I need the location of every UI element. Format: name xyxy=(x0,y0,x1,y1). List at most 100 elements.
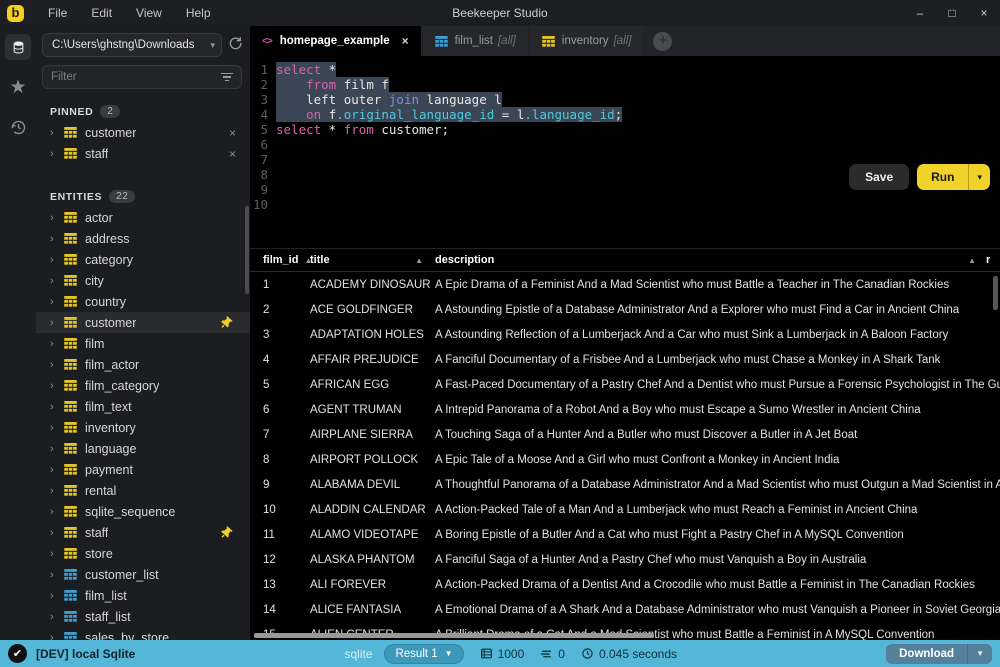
cell-description[interactable]: A Fanciful Saga of a Hunter And a Pastry… xyxy=(435,554,1000,566)
entity-item-address[interactable]: › address xyxy=(36,228,250,249)
history-panel-button[interactable] xyxy=(5,114,31,140)
editor-line-4[interactable]: 4 on f.original_language_id = l.language… xyxy=(250,107,1000,122)
column-header-description[interactable]: description▲ xyxy=(435,254,986,266)
cell-title[interactable]: ACADEMY DINOSAUR xyxy=(310,279,435,291)
entity-item-store[interactable]: › store xyxy=(36,543,250,564)
chevron-right-icon[interactable]: › xyxy=(50,275,64,287)
results-vertical-scrollbar[interactable] xyxy=(993,276,998,310)
cell-description[interactable]: A Action-Packed Drama of a Dentist And a… xyxy=(435,579,1000,591)
download-options-caret[interactable]: ▼ xyxy=(967,644,992,664)
cell-description[interactable]: A Emotional Drama of a A Shark And a Dat… xyxy=(435,604,1000,616)
sort-asc-icon[interactable]: ▲ xyxy=(968,256,976,265)
table-row[interactable]: 9ALABAMA DEVILA Thoughtful Panorama of a… xyxy=(250,472,1000,497)
unpin-icon[interactable]: × xyxy=(229,147,236,161)
entity-item-film_actor[interactable]: › film_actor xyxy=(36,354,250,375)
cell-description[interactable]: A Touching Saga of a Hunter And a Butler… xyxy=(435,429,1000,441)
table-row[interactable]: 2ACE GOLDFINGERA Astounding Epistle of a… xyxy=(250,297,1000,322)
table-row[interactable]: 1ACADEMY DINOSAURA Epic Drama of a Femin… xyxy=(250,272,1000,297)
new-tab-button[interactable]: + xyxy=(653,32,672,51)
chevron-right-icon[interactable]: › xyxy=(50,422,64,434)
column-header-title[interactable]: title▲ xyxy=(310,254,435,266)
chevron-right-icon[interactable]: › xyxy=(50,338,64,350)
cell-title[interactable]: AIRPORT POLLOCK xyxy=(310,454,435,466)
cell-film-id[interactable]: 7 xyxy=(250,429,310,441)
entity-item-customer_list[interactable]: › customer_list xyxy=(36,564,250,585)
cell-film-id[interactable]: 14 xyxy=(250,604,310,616)
entity-item-category[interactable]: › category xyxy=(36,249,250,270)
entity-item-rental[interactable]: › rental xyxy=(36,480,250,501)
entity-item-country[interactable]: › country xyxy=(36,291,250,312)
chevron-right-icon[interactable]: › xyxy=(50,380,64,392)
cell-description[interactable]: A Boring Epistle of a Butler And a Cat w… xyxy=(435,529,1000,541)
cell-film-id[interactable]: 8 xyxy=(250,454,310,466)
column-header-partial[interactable]: r xyxy=(986,254,1000,266)
entity-item-language[interactable]: › language xyxy=(36,438,250,459)
chevron-right-icon[interactable]: › xyxy=(50,569,64,581)
tab-close-icon[interactable]: × xyxy=(402,34,409,48)
cell-title[interactable]: ALABAMA DEVIL xyxy=(310,479,435,491)
cell-film-id[interactable]: 9 xyxy=(250,479,310,491)
chevron-right-icon[interactable]: › xyxy=(50,632,64,641)
table-row[interactable]: 8AIRPORT POLLOCKA Epic Tale of a Moose A… xyxy=(250,447,1000,472)
pinned-section-header[interactable]: PINNED 2 xyxy=(50,105,250,118)
cell-description[interactable]: A Epic Drama of a Feminist And a Mad Sci… xyxy=(435,279,1000,291)
table-row[interactable]: 5AFRICAN EGGA Fast-Paced Documentary of … xyxy=(250,372,1000,397)
chevron-right-icon[interactable]: › xyxy=(50,506,64,518)
tab-inventory[interactable]: inventory[all] xyxy=(530,26,644,56)
cell-film-id[interactable]: 11 xyxy=(250,529,310,541)
cell-film-id[interactable]: 3 xyxy=(250,329,310,341)
favorites-panel-button[interactable]: ★ xyxy=(5,74,31,100)
cell-description[interactable]: A Astounding Reflection of a Lumberjack … xyxy=(435,329,1000,341)
chevron-right-icon[interactable]: › xyxy=(50,296,64,308)
run-button[interactable]: Run ▾ xyxy=(917,164,990,190)
chevron-right-icon[interactable]: › xyxy=(50,527,64,539)
cell-title[interactable]: ALAMO VIDEOTAPE xyxy=(310,529,435,541)
minimize-button[interactable]: – xyxy=(904,0,936,26)
tab-homepage_example[interactable]: <>homepage_example× xyxy=(250,26,421,56)
unpin-icon[interactable]: × xyxy=(229,126,236,140)
chevron-right-icon[interactable]: › xyxy=(50,233,64,245)
cell-description[interactable]: A Intrepid Panorama of a Robot And a Boy… xyxy=(435,404,1000,416)
cell-film-id[interactable]: 5 xyxy=(250,379,310,391)
cell-title[interactable]: AIRPLANE SIERRA xyxy=(310,429,435,441)
column-header-film-id[interactable]: film_id▲ xyxy=(250,254,310,266)
table-row[interactable]: 14ALICE FANTASIAA Emotional Drama of a A… xyxy=(250,597,1000,622)
table-row[interactable]: 11ALAMO VIDEOTAPEA Boring Epistle of a B… xyxy=(250,522,1000,547)
menu-view[interactable]: View xyxy=(124,0,174,26)
entity-item-film_text[interactable]: › film_text xyxy=(36,396,250,417)
chevron-right-icon[interactable]: › xyxy=(50,148,64,160)
filter-input[interactable] xyxy=(51,71,221,83)
cell-film-id[interactable]: 6 xyxy=(250,404,310,416)
tab-film_list[interactable]: film_list[all] xyxy=(423,26,528,56)
cell-description[interactable]: A Thoughtful Panorama of a Database Admi… xyxy=(435,479,1000,491)
editor-line-5[interactable]: 5select * from customer; xyxy=(250,122,1000,137)
chevron-right-icon[interactable]: › xyxy=(50,590,64,602)
table-row[interactable]: 3ADAPTATION HOLESA Astounding Reflection… xyxy=(250,322,1000,347)
cell-title[interactable]: ALICE FANTASIA xyxy=(310,604,435,616)
menu-file[interactable]: File xyxy=(36,0,79,26)
download-button[interactable]: Download ▼ xyxy=(886,644,992,664)
run-options-caret[interactable]: ▾ xyxy=(968,164,990,190)
entity-item-film_category[interactable]: › film_category xyxy=(36,375,250,396)
table-row[interactable]: 10ALADDIN CALENDARA Action-Packed Tale o… xyxy=(250,497,1000,522)
chevron-right-icon[interactable]: › xyxy=(50,443,64,455)
sql-editor[interactable]: 1select *2 from film f3 left outer join … xyxy=(250,56,1000,248)
table-row[interactable]: 7AIRPLANE SIERRAA Touching Saga of a Hun… xyxy=(250,422,1000,447)
chevron-right-icon[interactable]: › xyxy=(50,548,64,560)
close-button[interactable]: × xyxy=(968,0,1000,26)
database-panel-button[interactable] xyxy=(5,34,31,60)
chevron-right-icon[interactable]: › xyxy=(50,485,64,497)
editor-line-6[interactable]: 6 xyxy=(250,137,1000,152)
chevron-right-icon[interactable]: › xyxy=(50,401,64,413)
cell-description[interactable]: A Epic Tale of a Moose And a Girl who mu… xyxy=(435,454,1000,466)
chevron-right-icon[interactable]: › xyxy=(50,464,64,476)
cell-description[interactable]: A Action-Packed Tale of a Man And a Lumb… xyxy=(435,504,1000,516)
table-row[interactable]: 4AFFAIR PREJUDICEA Fanciful Documentary … xyxy=(250,347,1000,372)
chevron-right-icon[interactable]: › xyxy=(50,359,64,371)
sort-asc-icon[interactable]: ▲ xyxy=(415,256,423,265)
chevron-right-icon[interactable]: › xyxy=(50,212,64,224)
cell-title[interactable]: ADAPTATION HOLES xyxy=(310,329,435,341)
entity-item-staff_list[interactable]: › staff_list xyxy=(36,606,250,627)
entity-item-staff[interactable]: › staff xyxy=(36,522,250,543)
cell-film-id[interactable]: 4 xyxy=(250,354,310,366)
